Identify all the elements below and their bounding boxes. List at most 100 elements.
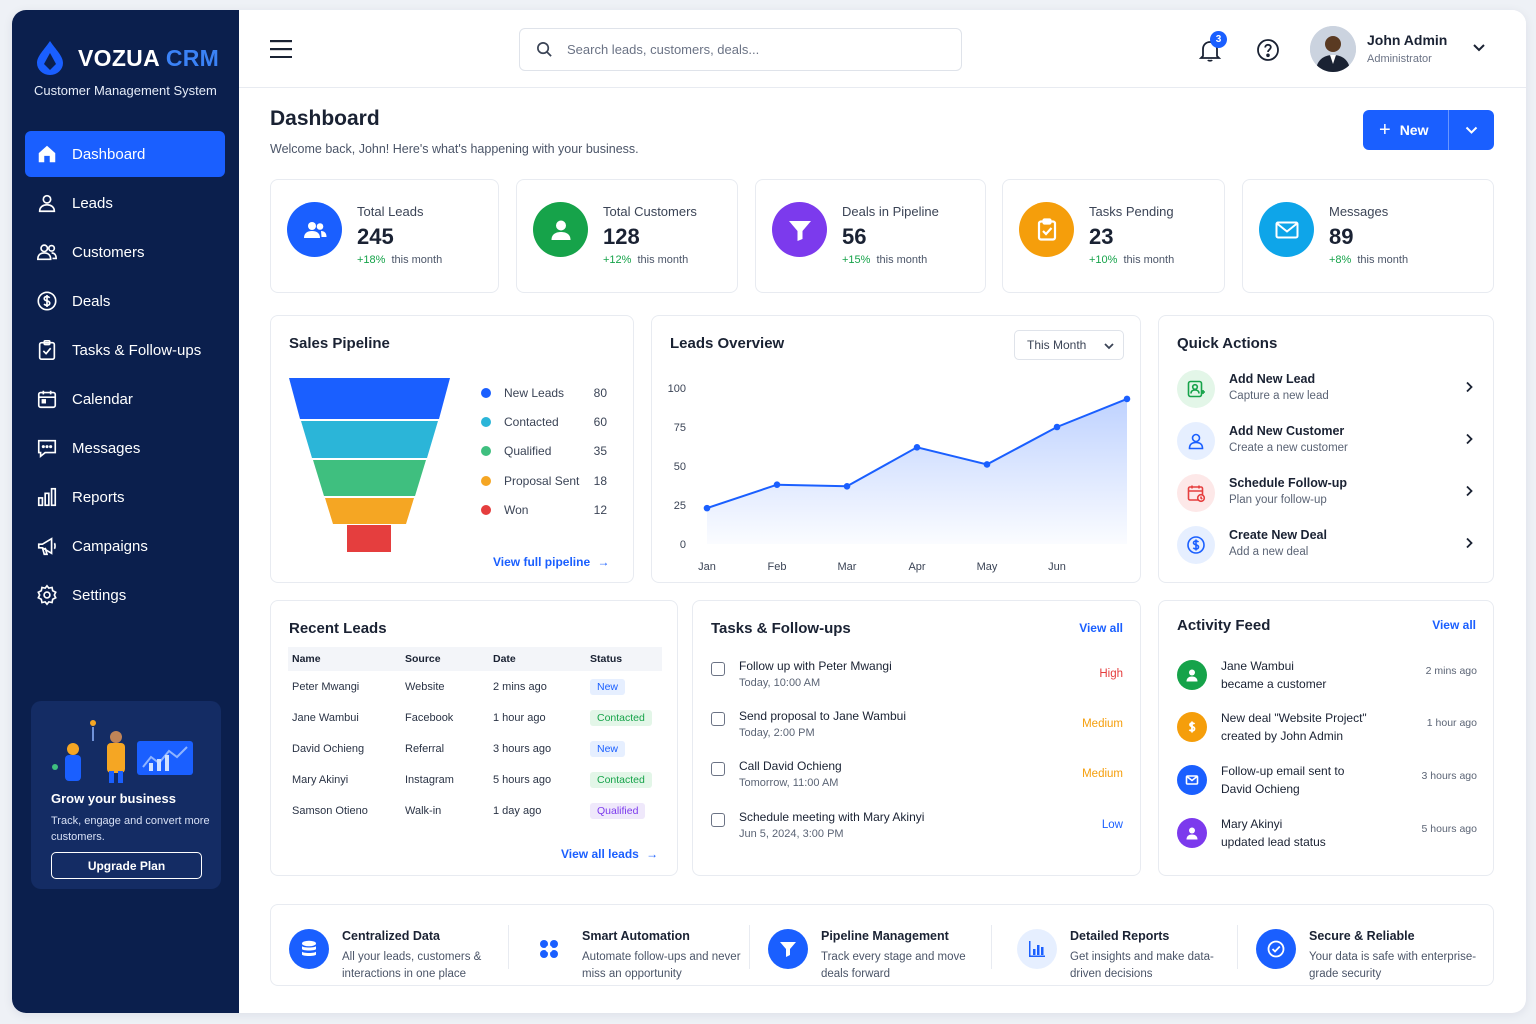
priority-badge: Medium <box>1082 718 1123 730</box>
chevron-down-icon <box>1104 343 1114 350</box>
view-all-leads-link[interactable]: View all leads → <box>561 847 658 861</box>
sidebar-item-tasks[interactable]: Tasks & Follow-ups <box>25 327 225 373</box>
data-point <box>983 461 991 468</box>
feature-detailed-reports: Detailed Reports Get insights and make d… <box>1017 929 1252 985</box>
data-point <box>913 443 921 451</box>
task-checkbox[interactable] <box>711 762 725 776</box>
task-checkbox[interactable] <box>711 662 725 676</box>
sidebar-item-campaigns[interactable]: Campaigns <box>25 523 225 569</box>
sidebar-item-settings[interactable]: Settings <box>25 572 225 618</box>
stat-card-total-customers[interactable]: Total Customers 128 +12% this month <box>516 179 738 293</box>
sidebar-item-label: Settings <box>72 586 127 604</box>
brand[interactable]: VOZUA CRM <box>34 40 219 76</box>
series-area <box>707 398 1127 544</box>
data-point <box>773 481 781 489</box>
megaphone-icon <box>37 537 56 556</box>
task-checkbox[interactable] <box>711 813 725 827</box>
help-icon[interactable] <box>1256 38 1280 62</box>
tasks-card: Tasks & Follow-ups View all Follow up wi… <box>692 600 1141 876</box>
sidebar-item-label: Dashboard <box>72 145 146 163</box>
table-row[interactable]: Peter Mwangi Website 2 mins ago New <box>288 671 662 702</box>
x-tick-label: Mar <box>838 561 857 573</box>
notification-badge: 3 <box>1210 31 1227 48</box>
task-item: Follow up with Peter Mwangi Today, 10:00… <box>711 659 1123 695</box>
activity-item: Follow-up email sent to David Ochieng 3 h… <box>1177 762 1477 802</box>
stat-card-tasks-pending[interactable]: Tasks Pending 23 +10% this month <box>1002 179 1225 293</box>
brand-name: VOZUA CRM <box>78 44 220 71</box>
brand-tagline: Customer Management System <box>34 83 217 98</box>
stat-card-total-leads[interactable]: Total Leads 245 +18% this month <box>270 179 499 293</box>
bar-chart-icon <box>37 487 57 507</box>
promo-text: Track, engage and convert more customers… <box>51 815 210 843</box>
status-badge: Contacted <box>590 709 652 726</box>
logo-icon <box>37 41 63 75</box>
quick-action-create-deal[interactable]: Create New Deal Add a new deal <box>1177 524 1477 564</box>
dollar-icon <box>1177 712 1207 742</box>
tasks-view-all-link[interactable]: View all <box>1079 621 1123 635</box>
app-window: VOZUA CRM Customer Management System Das… <box>12 10 1526 1013</box>
sidebar-item-reports[interactable]: Reports <box>25 474 225 520</box>
mail-icon <box>1177 765 1207 795</box>
card-title: Quick Actions <box>1177 335 1278 352</box>
stat-delta: +12% this month <box>603 254 689 266</box>
sidebar-item-label: Messages <box>72 439 141 457</box>
table-row[interactable]: Samson Otieno Walk-in 1 day ago Qualifie… <box>288 795 662 826</box>
stat-delta: +10% this month <box>1089 254 1175 266</box>
data-point <box>1123 395 1131 403</box>
priority-badge: High <box>1099 668 1123 680</box>
calendar-icon <box>1177 474 1215 512</box>
quick-action-add-customer[interactable]: Add New Customer Create a new customer <box>1177 420 1477 460</box>
y-tick-label: 0 <box>680 539 686 551</box>
column-header: Date <box>489 647 586 671</box>
feature-centralized-data: Centralized Data All your leads, custome… <box>289 929 524 985</box>
report-icon <box>1017 929 1057 969</box>
activity-item: New deal "Website Project" created by Joh… <box>1177 709 1477 749</box>
table-row[interactable]: Jane Wambui Facebook 1 hour ago Contacte… <box>288 702 662 733</box>
sidebar-item-label: Customers <box>72 243 145 261</box>
task-checkbox[interactable] <box>711 712 725 726</box>
search-box[interactable] <box>519 28 962 71</box>
recent-leads-table: Name Source Date Status Peter Mwangi Web… <box>288 647 662 826</box>
stat-card-messages[interactable]: Messages 89 +8% this month <box>1242 179 1494 293</box>
calendar-icon <box>37 390 57 409</box>
search-input[interactable] <box>567 42 947 57</box>
menu-icon[interactable] <box>270 40 292 58</box>
stat-card-deals-pipeline[interactable]: Deals in Pipeline 56 +15% this month <box>755 179 986 293</box>
quick-action-add-lead[interactable]: Add New Lead Capture a new lead <box>1177 368 1477 408</box>
sidebar-item-customers[interactable]: Customers <box>25 229 225 275</box>
leads-overview-card: Leads Overview This Month 0 25 50 75 100 Jan F… <box>651 315 1141 583</box>
quick-action-schedule-follow-up[interactable]: Schedule Follow-up Plan your follow-up <box>1177 472 1477 512</box>
sidebar-item-leads[interactable]: Leads <box>25 180 225 226</box>
sidebar-item-messages[interactable]: Messages <box>25 425 225 471</box>
period-select[interactable]: This Month <box>1014 330 1124 360</box>
user-plus-icon <box>1177 370 1215 408</box>
sidebar-item-dashboard[interactable]: Dashboard <box>25 131 225 177</box>
sidebar-item-calendar[interactable]: Calendar <box>25 376 225 422</box>
chevron-down-icon[interactable] <box>1472 43 1486 53</box>
user-icon <box>533 202 588 257</box>
dollar-icon <box>37 291 57 311</box>
view-full-pipeline-link[interactable]: View full pipeline → <box>493 555 609 569</box>
funnel-stage-proposal <box>325 498 414 524</box>
table-row[interactable]: David Ochieng Referral 3 hours ago New <box>288 733 662 764</box>
plus-icon: + <box>1379 119 1391 141</box>
upgrade-promo: Grow your business Track, engage and con… <box>31 701 221 889</box>
table-row[interactable]: Mary Akinyi Instagram 5 hours ago Contac… <box>288 764 662 795</box>
avatar[interactable] <box>1310 26 1356 72</box>
upgrade-plan-button[interactable]: Upgrade Plan <box>51 852 202 879</box>
sidebar-item-deals[interactable]: Deals <box>25 278 225 324</box>
priority-badge: Medium <box>1082 768 1123 780</box>
new-dropdown-toggle[interactable] <box>1449 110 1494 150</box>
home-icon <box>38 145 56 163</box>
funnel-stage-won <box>347 525 391 552</box>
funnel-stage-new-leads <box>289 378 450 419</box>
activity-view-all-link[interactable]: View all <box>1432 618 1476 632</box>
sidebar-item-label: Leads <box>72 194 113 212</box>
y-tick-label: 50 <box>674 461 686 473</box>
sidebar: VOZUA CRM Customer Management System Das… <box>12 10 239 1013</box>
new-button[interactable]: + New <box>1363 110 1494 150</box>
task-item: Schedule meeting with Mary Akinyi Jun 5,… <box>711 810 1123 846</box>
stat-label: Messages <box>1329 204 1389 219</box>
feature-secure-reliable: Secure & Reliable Your data is safe with… <box>1256 929 1491 985</box>
new-button-main[interactable]: + New <box>1363 110 1449 150</box>
